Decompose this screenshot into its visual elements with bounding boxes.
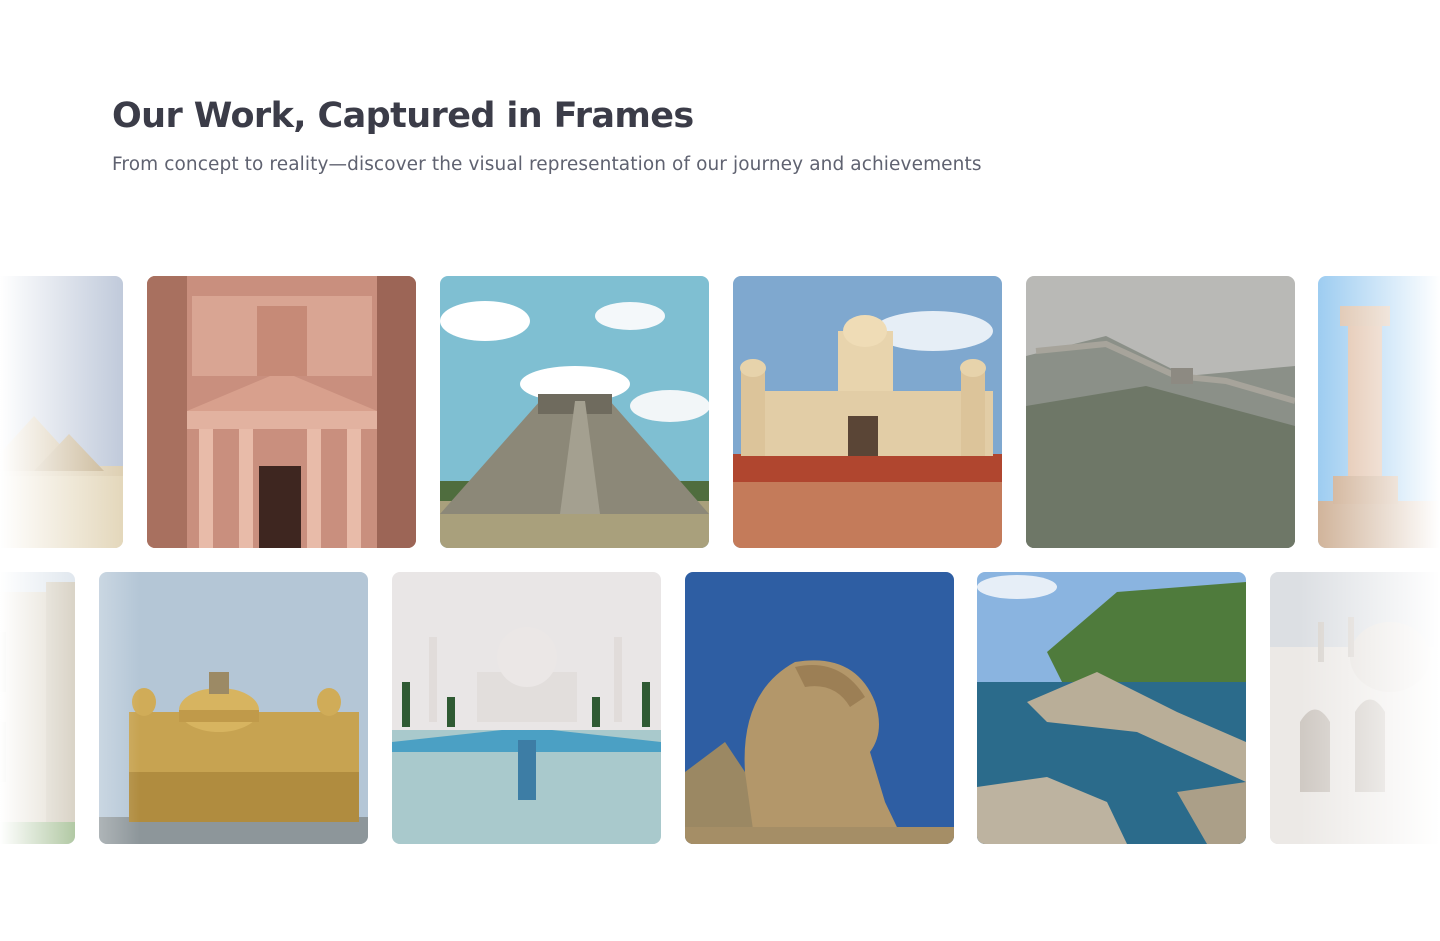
column-image — [1318, 276, 1440, 548]
sphinx-image — [685, 572, 954, 844]
gallery-image-tomb[interactable] — [733, 276, 1002, 548]
cathedral-image — [0, 572, 75, 844]
gallery-image-coastline[interactable] — [977, 572, 1246, 844]
gallery-image-great-wall[interactable] — [1026, 276, 1295, 548]
section-title: Our Work, Captured in Frames — [112, 96, 694, 136]
coastline-image — [977, 572, 1246, 844]
gallery-image-taj-detail[interactable] — [1270, 572, 1440, 844]
great-wall-image — [1026, 276, 1295, 548]
gallery-image-cathedral[interactable] — [0, 572, 75, 844]
pyramids-image — [0, 276, 123, 548]
gallery-image-petra[interactable] — [147, 276, 416, 548]
section-header: Our Work, Captured in Frames From concep… — [112, 94, 982, 178]
tomb-image — [733, 276, 1002, 548]
petra-image — [147, 276, 416, 548]
section-subtitle: From concept to reality—discover the vis… — [112, 154, 982, 175]
golden-temple-image — [99, 572, 368, 844]
gallery-image-sphinx[interactable] — [685, 572, 954, 844]
taj-mahal-image — [392, 572, 661, 844]
gallery-row-2 — [0, 572, 1440, 844]
gallery-image-column[interactable] — [1318, 276, 1440, 548]
gallery-image-chichen-itza[interactable] — [440, 276, 709, 548]
taj-detail-image — [1270, 572, 1440, 844]
chichen-itza-image — [440, 276, 709, 548]
gallery-row-1 — [0, 276, 1440, 548]
gallery-image-golden-temple[interactable] — [99, 572, 368, 844]
gallery-image-taj-mahal[interactable] — [392, 572, 661, 844]
gallery-image-pyramids[interactable] — [0, 276, 123, 548]
